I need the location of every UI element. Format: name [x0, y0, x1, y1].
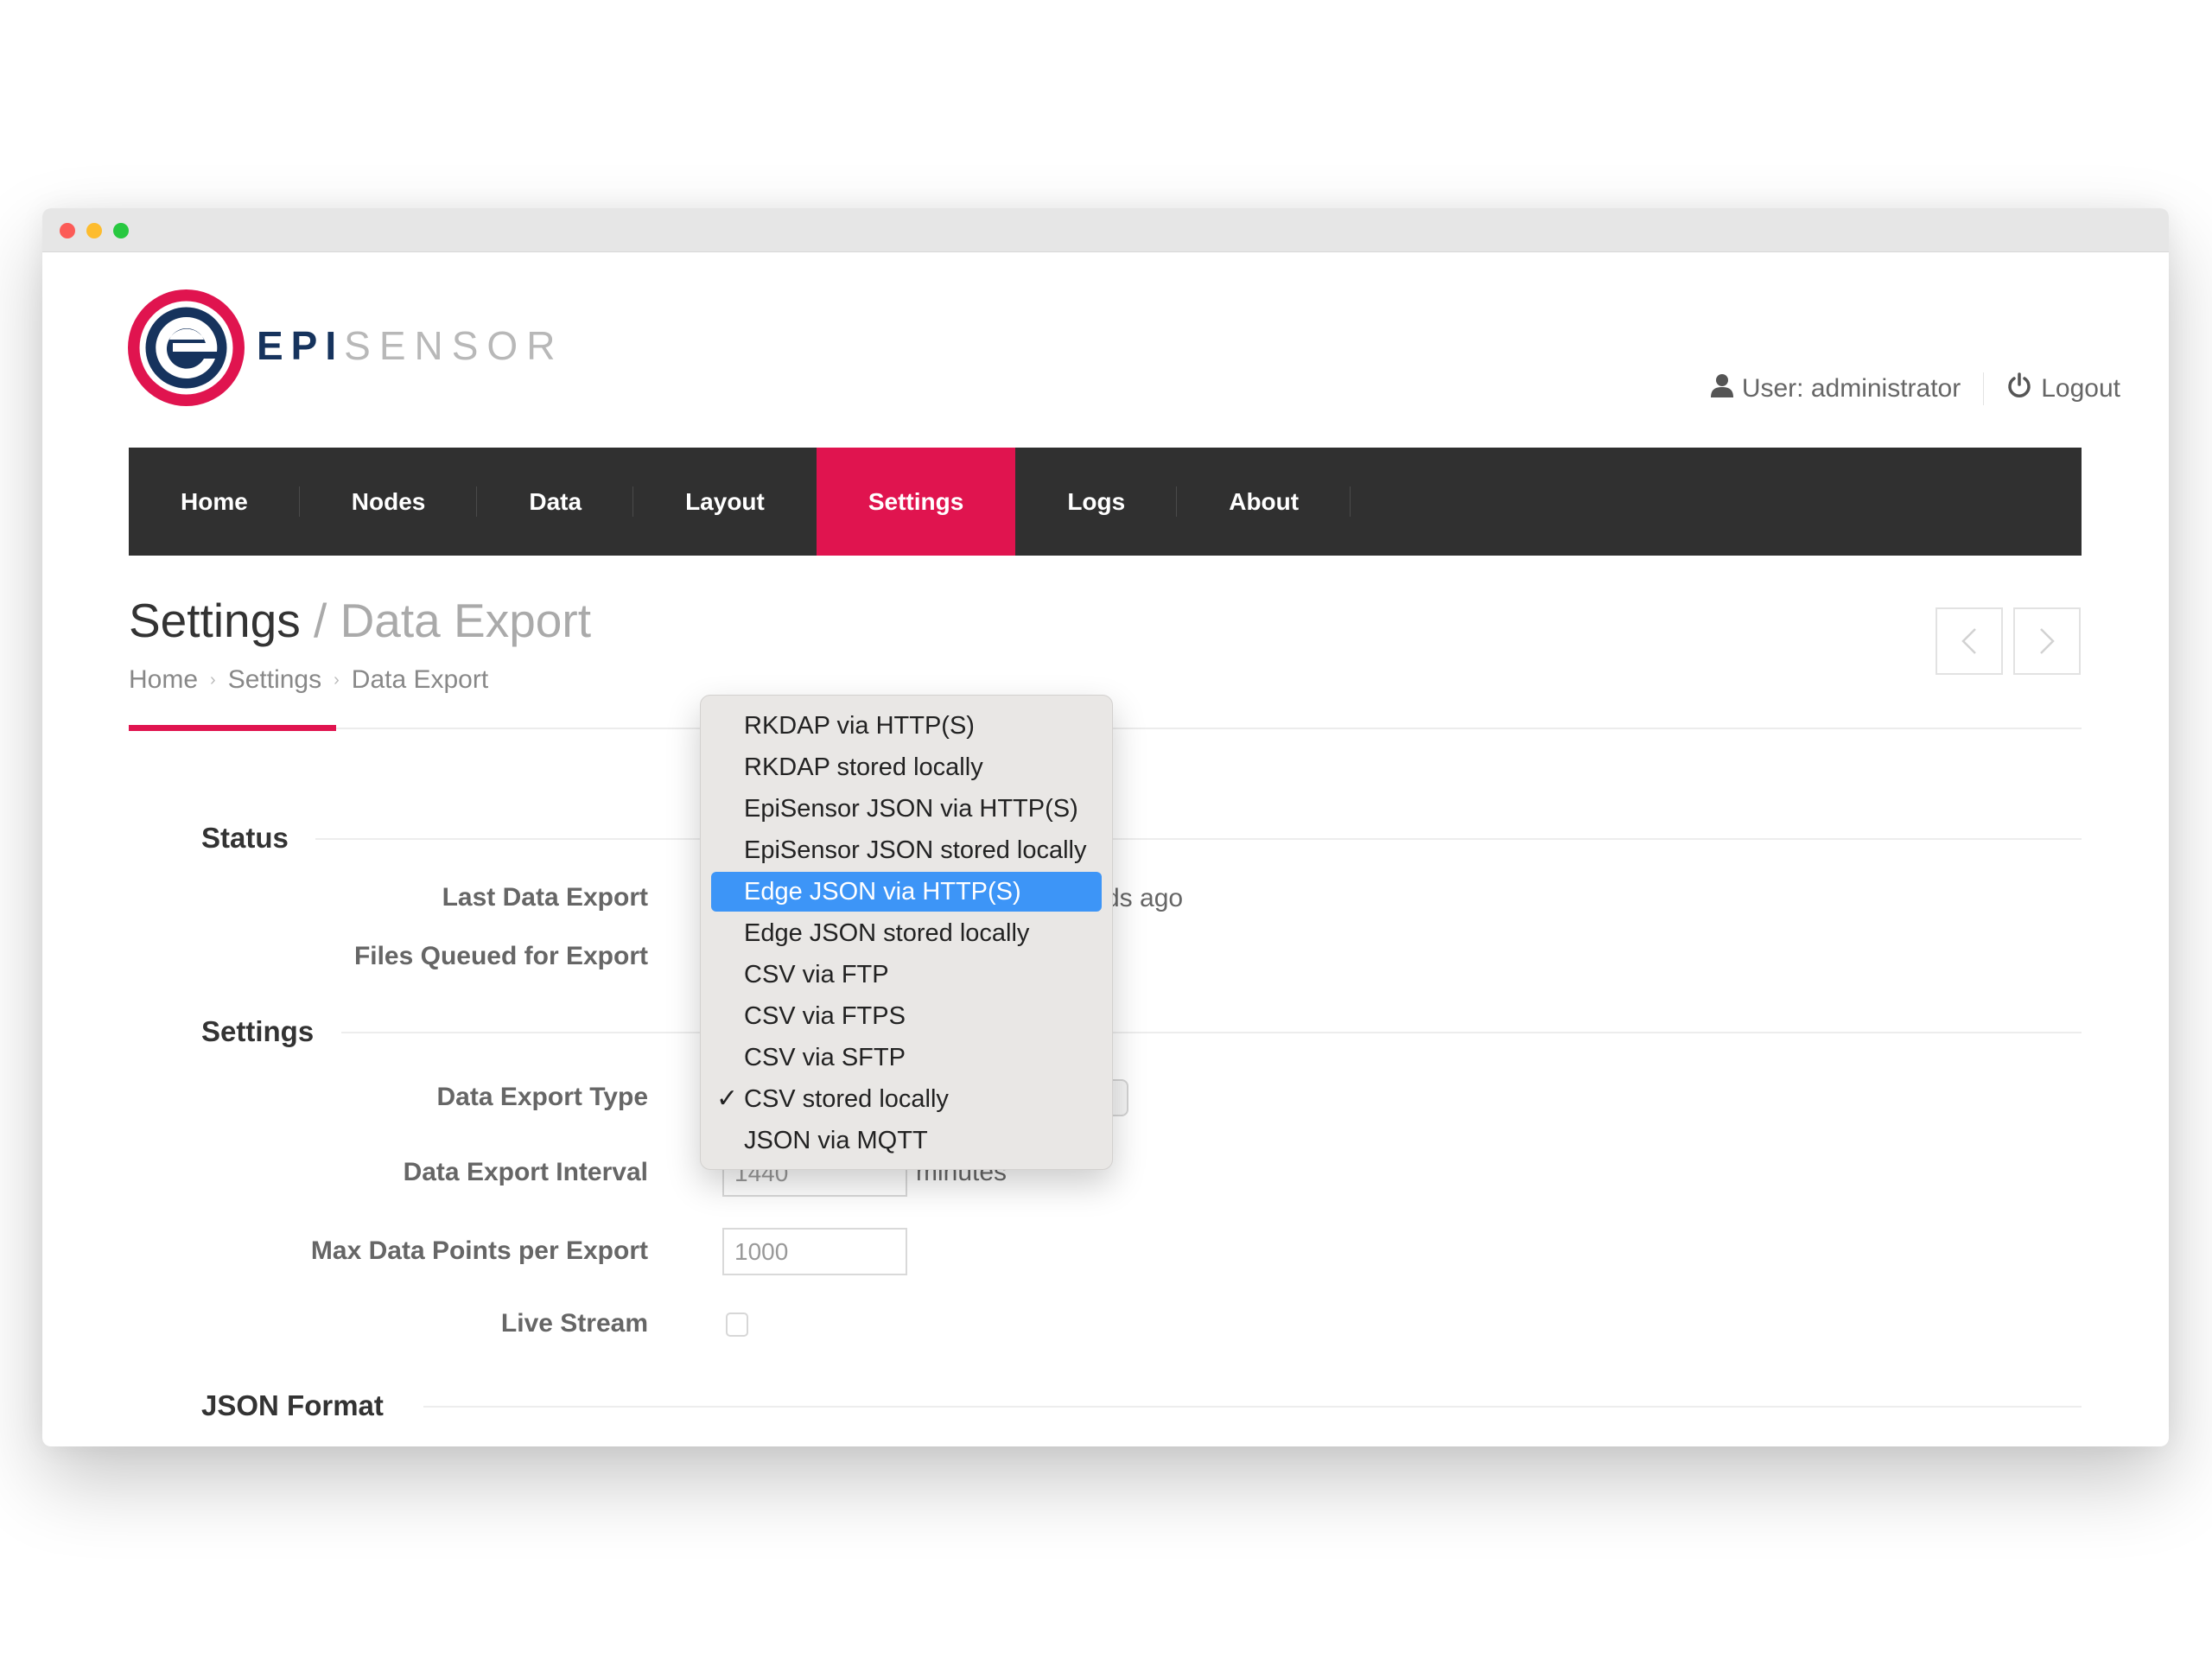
nav-about[interactable]: About	[1177, 448, 1351, 556]
window-titlebar	[42, 208, 2169, 252]
nav-logs[interactable]: Logs	[1015, 448, 1178, 556]
option-label: EpiSensor JSON via HTTP(S)	[744, 795, 1078, 823]
zoom-window-button[interactable]	[113, 223, 129, 238]
option-label: Edge JSON stored locally	[744, 919, 1030, 947]
previous-button[interactable]	[1936, 607, 2003, 675]
next-button[interactable]	[2013, 607, 2081, 675]
breadcrumb-current: Data Export	[351, 665, 489, 694]
logout-link[interactable]: Logout	[2006, 372, 2120, 405]
logout-label: Logout	[2041, 374, 2120, 403]
export-type-dropdown-menu: RKDAP via HTTP(S) RKDAP stored locally E…	[700, 695, 1113, 1170]
main-nav: Home Nodes Data Layout Settings Logs Abo…	[129, 448, 2082, 556]
nav-layout[interactable]: Layout	[633, 448, 817, 556]
option-label: EpiSensor JSON stored locally	[744, 836, 1087, 864]
breadcrumb-home[interactable]: Home	[129, 663, 198, 697]
last-export-value: ds ago	[1105, 884, 1184, 912]
option-label: CSV stored locally	[744, 1085, 949, 1113]
checkmark-icon: ✓	[716, 1084, 739, 1113]
chevron-left-icon	[1961, 628, 1976, 654]
episensor-logo-icon	[128, 289, 245, 406]
page-title: Settings / Data Export	[129, 593, 591, 648]
option-label: CSV via FTP	[744, 961, 889, 988]
dropdown-option[interactable]: CSV via FTPS	[711, 996, 1102, 1036]
title-accent-bar	[129, 725, 336, 731]
brand-name-part2: SENSOR	[344, 323, 564, 368]
breadcrumb-chevron-icon: ›	[210, 671, 216, 690]
section-settings-divider	[341, 1032, 2082, 1033]
section-settings-heading: Settings	[201, 1015, 315, 1047]
max-points-input[interactable]	[722, 1228, 907, 1275]
page-title-separator: /	[300, 594, 340, 647]
section-status-divider	[315, 838, 2082, 840]
user-area-divider	[1983, 372, 1985, 405]
breadcrumb: Home › Settings › Data Export	[129, 663, 488, 697]
brand-name: EPISENSOR	[257, 326, 563, 365]
page-title-main: Settings	[129, 594, 301, 647]
chevron-right-icon	[2040, 628, 2055, 654]
dropdown-option[interactable]: Edge JSON stored locally	[711, 913, 1102, 953]
browser-window: EPISENSOR User: administrator Logout Hom…	[42, 208, 2169, 1446]
user-label: User: administrator	[1741, 374, 1961, 403]
nav-settings[interactable]: Settings	[816, 448, 1016, 556]
dropdown-option-highlighted[interactable]: Edge JSON via HTTP(S)	[711, 872, 1102, 912]
minimize-window-button[interactable]	[86, 223, 102, 238]
nav-label: About	[1229, 487, 1300, 515]
export-type-label: Data Export Type	[436, 1083, 649, 1111]
nav-label: Layout	[685, 487, 765, 515]
option-label: Edge JSON via HTTP(S)	[744, 878, 1021, 906]
nav-label: Logs	[1067, 487, 1126, 515]
breadcrumb-chevron-icon: ›	[334, 671, 340, 690]
nav-home[interactable]: Home	[129, 448, 300, 556]
max-points-label: Max Data Points per Export	[310, 1236, 648, 1265]
option-label: CSV via SFTP	[744, 1044, 906, 1071]
nav-data[interactable]: Data	[477, 448, 633, 556]
dropdown-option[interactable]: RKDAP via HTTP(S)	[711, 706, 1102, 746]
nav-label: Data	[529, 487, 582, 515]
dropdown-option-selected[interactable]: ✓ CSV stored locally	[711, 1079, 1102, 1119]
nav-nodes[interactable]: Nodes	[300, 448, 478, 556]
dropdown-option[interactable]: CSV via FTP	[711, 955, 1102, 995]
section-json-format-divider	[423, 1406, 2082, 1408]
section-status-heading: Status	[201, 822, 289, 854]
dropdown-option[interactable]: CSV via SFTP	[711, 1038, 1102, 1077]
option-label: CSV via FTPS	[744, 1002, 906, 1030]
section-json-format-heading: JSON Format	[201, 1389, 384, 1421]
user-area: User: administrator Logout	[1710, 369, 2120, 409]
breadcrumb-settings[interactable]: Settings	[228, 663, 321, 697]
export-interval-label: Data Export Interval	[403, 1158, 648, 1186]
nav-label: Nodes	[351, 487, 426, 515]
dropdown-option[interactable]: EpiSensor JSON stored locally	[711, 830, 1102, 870]
nav-label: Home	[181, 487, 248, 515]
brand-name-part1: EPI	[257, 323, 345, 368]
option-label: RKDAP via HTTP(S)	[744, 712, 975, 740]
option-label: RKDAP stored locally	[744, 753, 983, 781]
option-label: JSON via MQTT	[744, 1127, 928, 1154]
close-window-button[interactable]	[60, 223, 75, 238]
dropdown-option[interactable]: JSON via MQTT	[711, 1121, 1102, 1160]
dropdown-option[interactable]: EpiSensor JSON via HTTP(S)	[711, 789, 1102, 829]
user-icon	[1710, 373, 1733, 404]
files-queued-label: Files Queued for Export	[353, 942, 648, 970]
nav-label: Settings	[868, 487, 964, 515]
live-stream-checkbox[interactable]	[726, 1313, 748, 1337]
last-export-label: Last Data Export	[442, 883, 648, 912]
page-title-sub: Data Export	[340, 594, 591, 647]
dropdown-option[interactable]: RKDAP stored locally	[711, 747, 1102, 787]
power-icon	[2006, 372, 2032, 405]
live-stream-label: Live Stream	[500, 1309, 648, 1338]
